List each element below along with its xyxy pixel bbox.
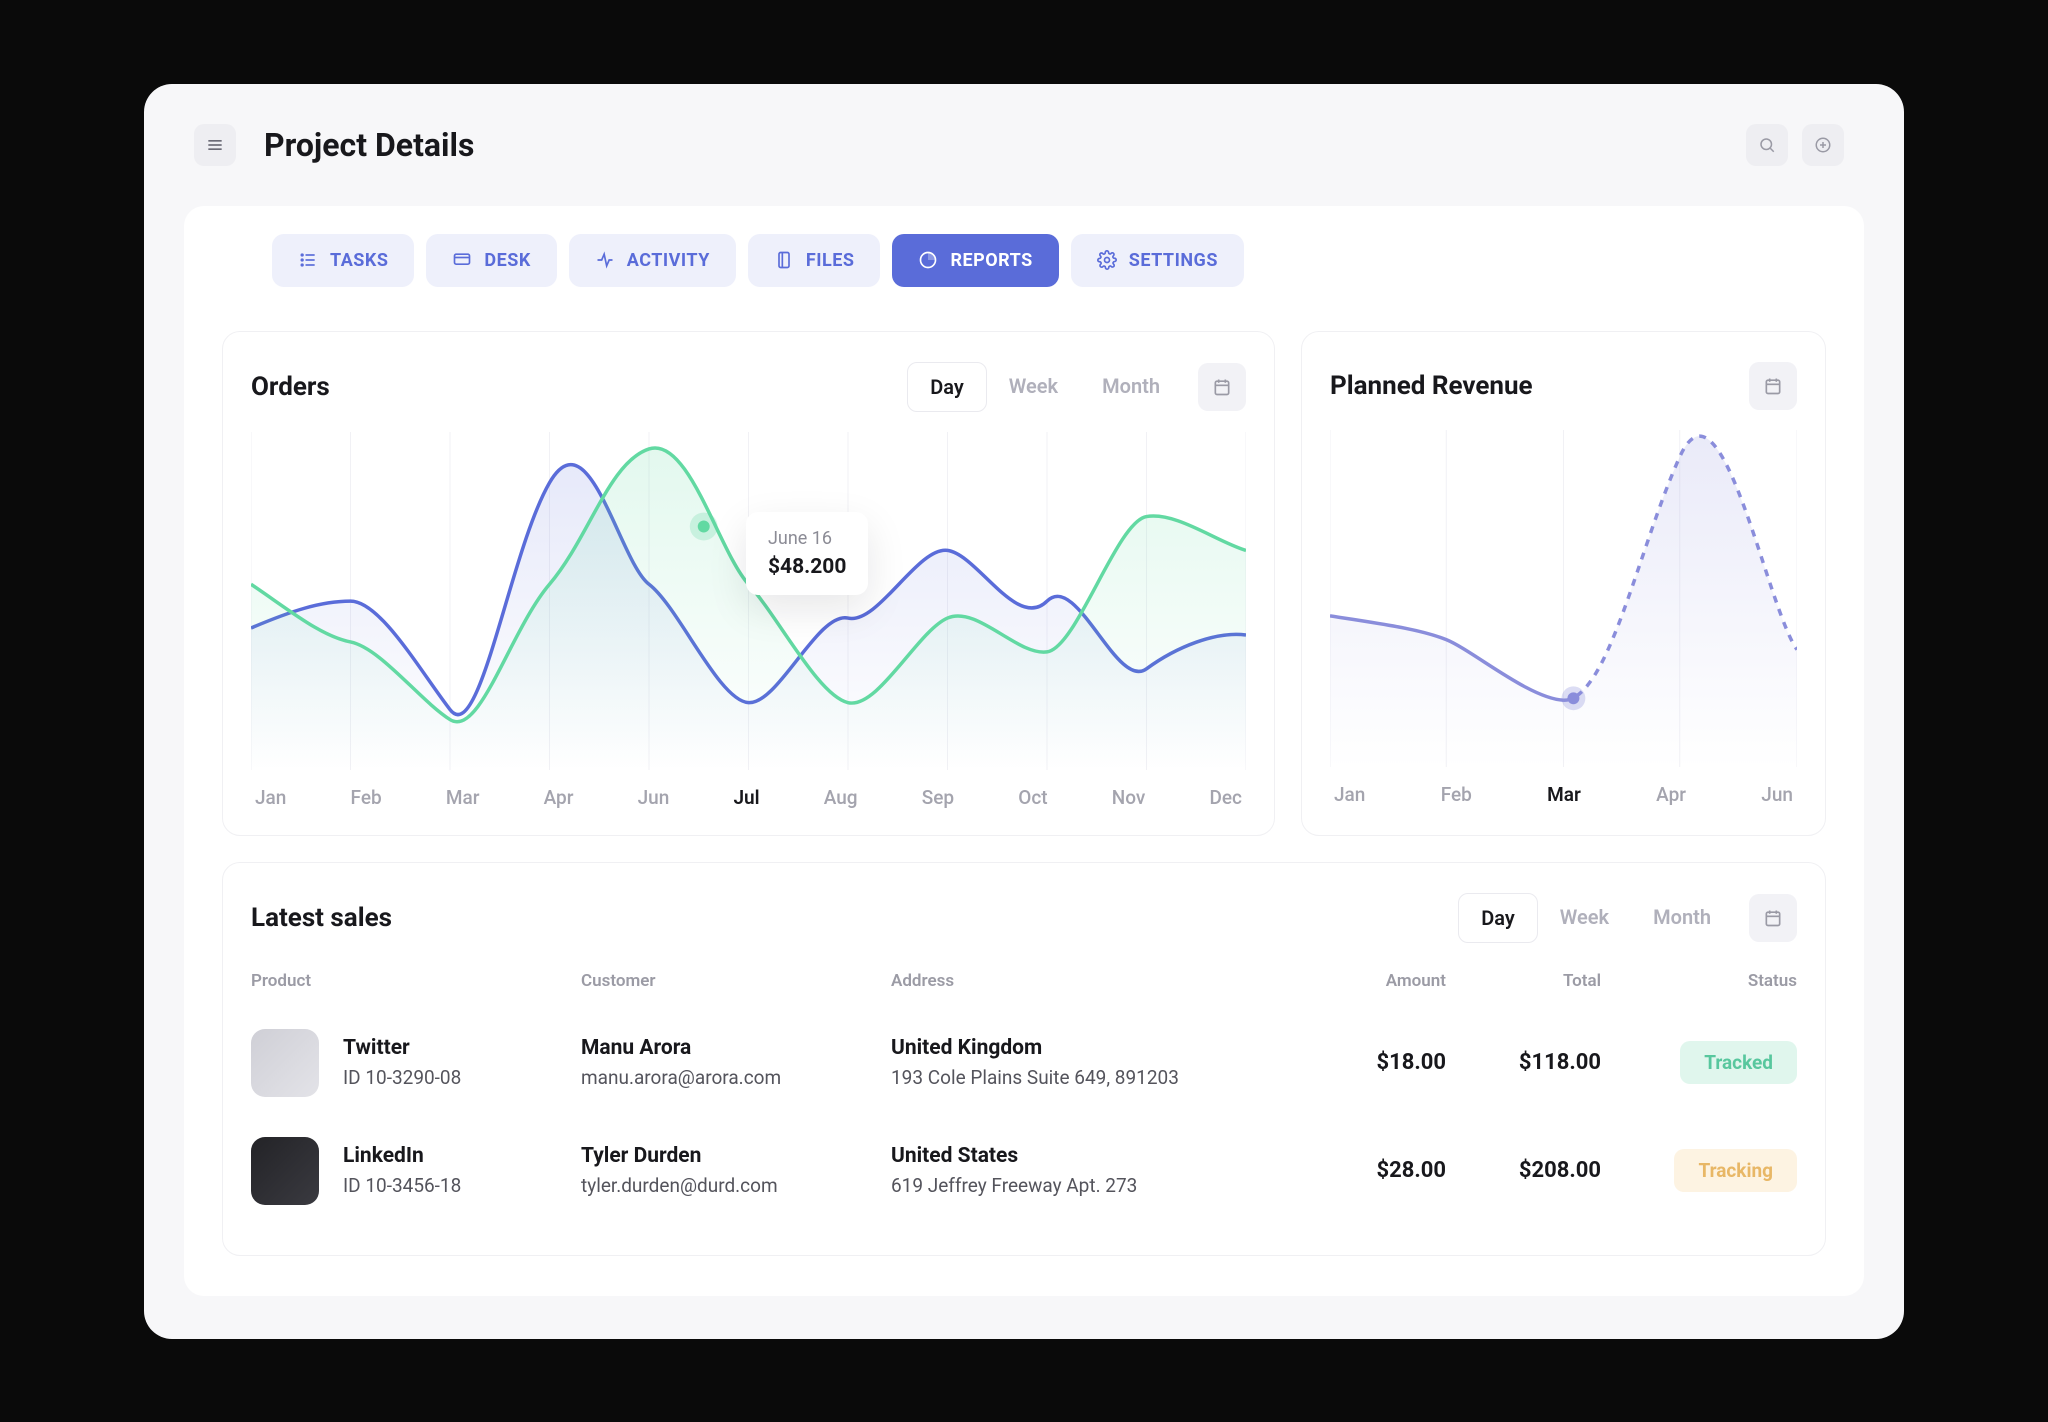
customer-email: tyler.durden@durd.com — [581, 1174, 891, 1197]
customer-name: Tyler Durden — [581, 1144, 891, 1168]
main-card: TASKS DESK ACTIVITY FILES REPORTS SETTIN… — [184, 206, 1864, 1296]
reports-icon — [918, 250, 938, 270]
period-week[interactable]: Week — [987, 362, 1080, 412]
tab-label: TASKS — [330, 250, 388, 271]
status-badge: Tracked — [1680, 1041, 1797, 1084]
menu-button[interactable] — [194, 124, 236, 166]
search-icon — [1758, 136, 1776, 154]
customer-email: manu.arora@arora.com — [581, 1066, 891, 1089]
orders-chart-body: June 16 $48.200 — [251, 432, 1246, 770]
amount: $28.00 — [1291, 1158, 1446, 1183]
tabs: TASKS DESK ACTIVITY FILES REPORTS SETTIN… — [272, 234, 1826, 287]
tooltip-value: $48.200 — [768, 555, 846, 579]
charts-row: Orders Day Week Month — [222, 331, 1826, 836]
calendar-icon — [1763, 908, 1783, 928]
tab-desk[interactable]: DESK — [426, 234, 556, 287]
tab-files[interactable]: FILES — [748, 234, 881, 287]
orders-period-selector: Day Week Month — [907, 362, 1182, 412]
product-image — [251, 1137, 319, 1205]
activity-icon — [595, 250, 615, 270]
plus-circle-icon — [1814, 136, 1832, 154]
header: Project Details — [144, 84, 1904, 186]
orders-chart-card: Orders Day Week Month — [222, 331, 1275, 836]
calendar-icon — [1212, 377, 1232, 397]
files-icon — [774, 250, 794, 270]
sales-period-selector: Day Week Month — [1458, 893, 1733, 943]
period-day[interactable]: Day — [1458, 893, 1538, 943]
calendar-icon — [1763, 376, 1783, 396]
sales-calendar-button[interactable] — [1749, 894, 1797, 942]
tab-label: FILES — [806, 250, 855, 271]
col-total: Total — [1446, 971, 1601, 991]
address-line: 193 Cole Plains Suite 649, 891203 — [891, 1066, 1191, 1089]
tab-settings[interactable]: SETTINGS — [1071, 234, 1244, 287]
tab-reports[interactable]: REPORTS — [892, 234, 1058, 287]
tab-label: SETTINGS — [1129, 250, 1218, 271]
period-week[interactable]: Week — [1538, 893, 1631, 943]
sales-title: Latest sales — [251, 903, 392, 933]
orders-tooltip: June 16 $48.200 — [746, 512, 868, 595]
revenue-calendar-button[interactable] — [1749, 362, 1797, 410]
revenue-chart-svg — [1330, 430, 1797, 768]
col-customer: Customer — [581, 971, 891, 991]
orders-x-axis: Jan Feb Mar Apr Jun Jul Aug Sep Oct Nov … — [251, 770, 1246, 809]
sales-card: Latest sales Day Week Month Product Cust… — [222, 862, 1826, 1256]
orders-chart-svg — [251, 432, 1246, 770]
address-country: United Kingdom — [891, 1036, 1291, 1060]
col-address: Address — [891, 971, 1291, 991]
orders-chart-title: Orders — [251, 372, 330, 402]
table-row[interactable]: Twitter ID 10-3290-08 Manu Arora manu.ar… — [251, 1009, 1797, 1117]
revenue-chart-body — [1330, 430, 1797, 768]
add-button[interactable] — [1802, 124, 1844, 166]
period-day[interactable]: Day — [907, 362, 987, 412]
address-line: 619 Jeffrey Freeway Apt. 273 — [891, 1174, 1191, 1197]
period-month[interactable]: Month — [1080, 362, 1182, 412]
search-button[interactable] — [1746, 124, 1788, 166]
total: $118.00 — [1446, 1050, 1601, 1075]
col-status: Status — [1601, 971, 1797, 991]
product-name: Twitter — [343, 1036, 461, 1060]
tab-label: REPORTS — [950, 250, 1032, 271]
address-country: United States — [891, 1144, 1291, 1168]
table-header: Product Customer Address Amount Total St… — [251, 971, 1797, 1009]
revenue-chart-card: Planned Revenue — [1301, 331, 1826, 836]
amount: $18.00 — [1291, 1050, 1446, 1075]
product-id: ID 10-3290-08 — [343, 1066, 461, 1089]
desk-icon — [452, 250, 472, 270]
page-title: Project Details — [264, 126, 474, 164]
tab-label: ACTIVITY — [627, 250, 710, 271]
product-image — [251, 1029, 319, 1097]
app-window: Project Details TASKS DESK ACTIVITY — [144, 84, 1904, 1339]
col-amount: Amount — [1291, 971, 1446, 991]
tab-label: DESK — [484, 250, 530, 271]
product-id: ID 10-3456-18 — [343, 1174, 461, 1197]
period-month[interactable]: Month — [1631, 893, 1733, 943]
tab-activity[interactable]: ACTIVITY — [569, 234, 736, 287]
revenue-chart-title: Planned Revenue — [1330, 371, 1533, 401]
tab-tasks[interactable]: TASKS — [272, 234, 414, 287]
tooltip-date: June 16 — [768, 528, 846, 549]
status-badge: Tracking — [1674, 1149, 1797, 1192]
col-product: Product — [251, 971, 581, 991]
settings-icon — [1097, 250, 1117, 270]
orders-calendar-button[interactable] — [1198, 363, 1246, 411]
product-name: LinkedIn — [343, 1144, 461, 1168]
menu-icon — [205, 135, 225, 155]
total: $208.00 — [1446, 1158, 1601, 1183]
revenue-x-axis: Jan Feb Mar Apr Jun — [1330, 767, 1797, 806]
table-row[interactable]: LinkedIn ID 10-3456-18 Tyler Durden tyle… — [251, 1117, 1797, 1225]
tasks-icon — [298, 250, 318, 270]
customer-name: Manu Arora — [581, 1036, 891, 1060]
